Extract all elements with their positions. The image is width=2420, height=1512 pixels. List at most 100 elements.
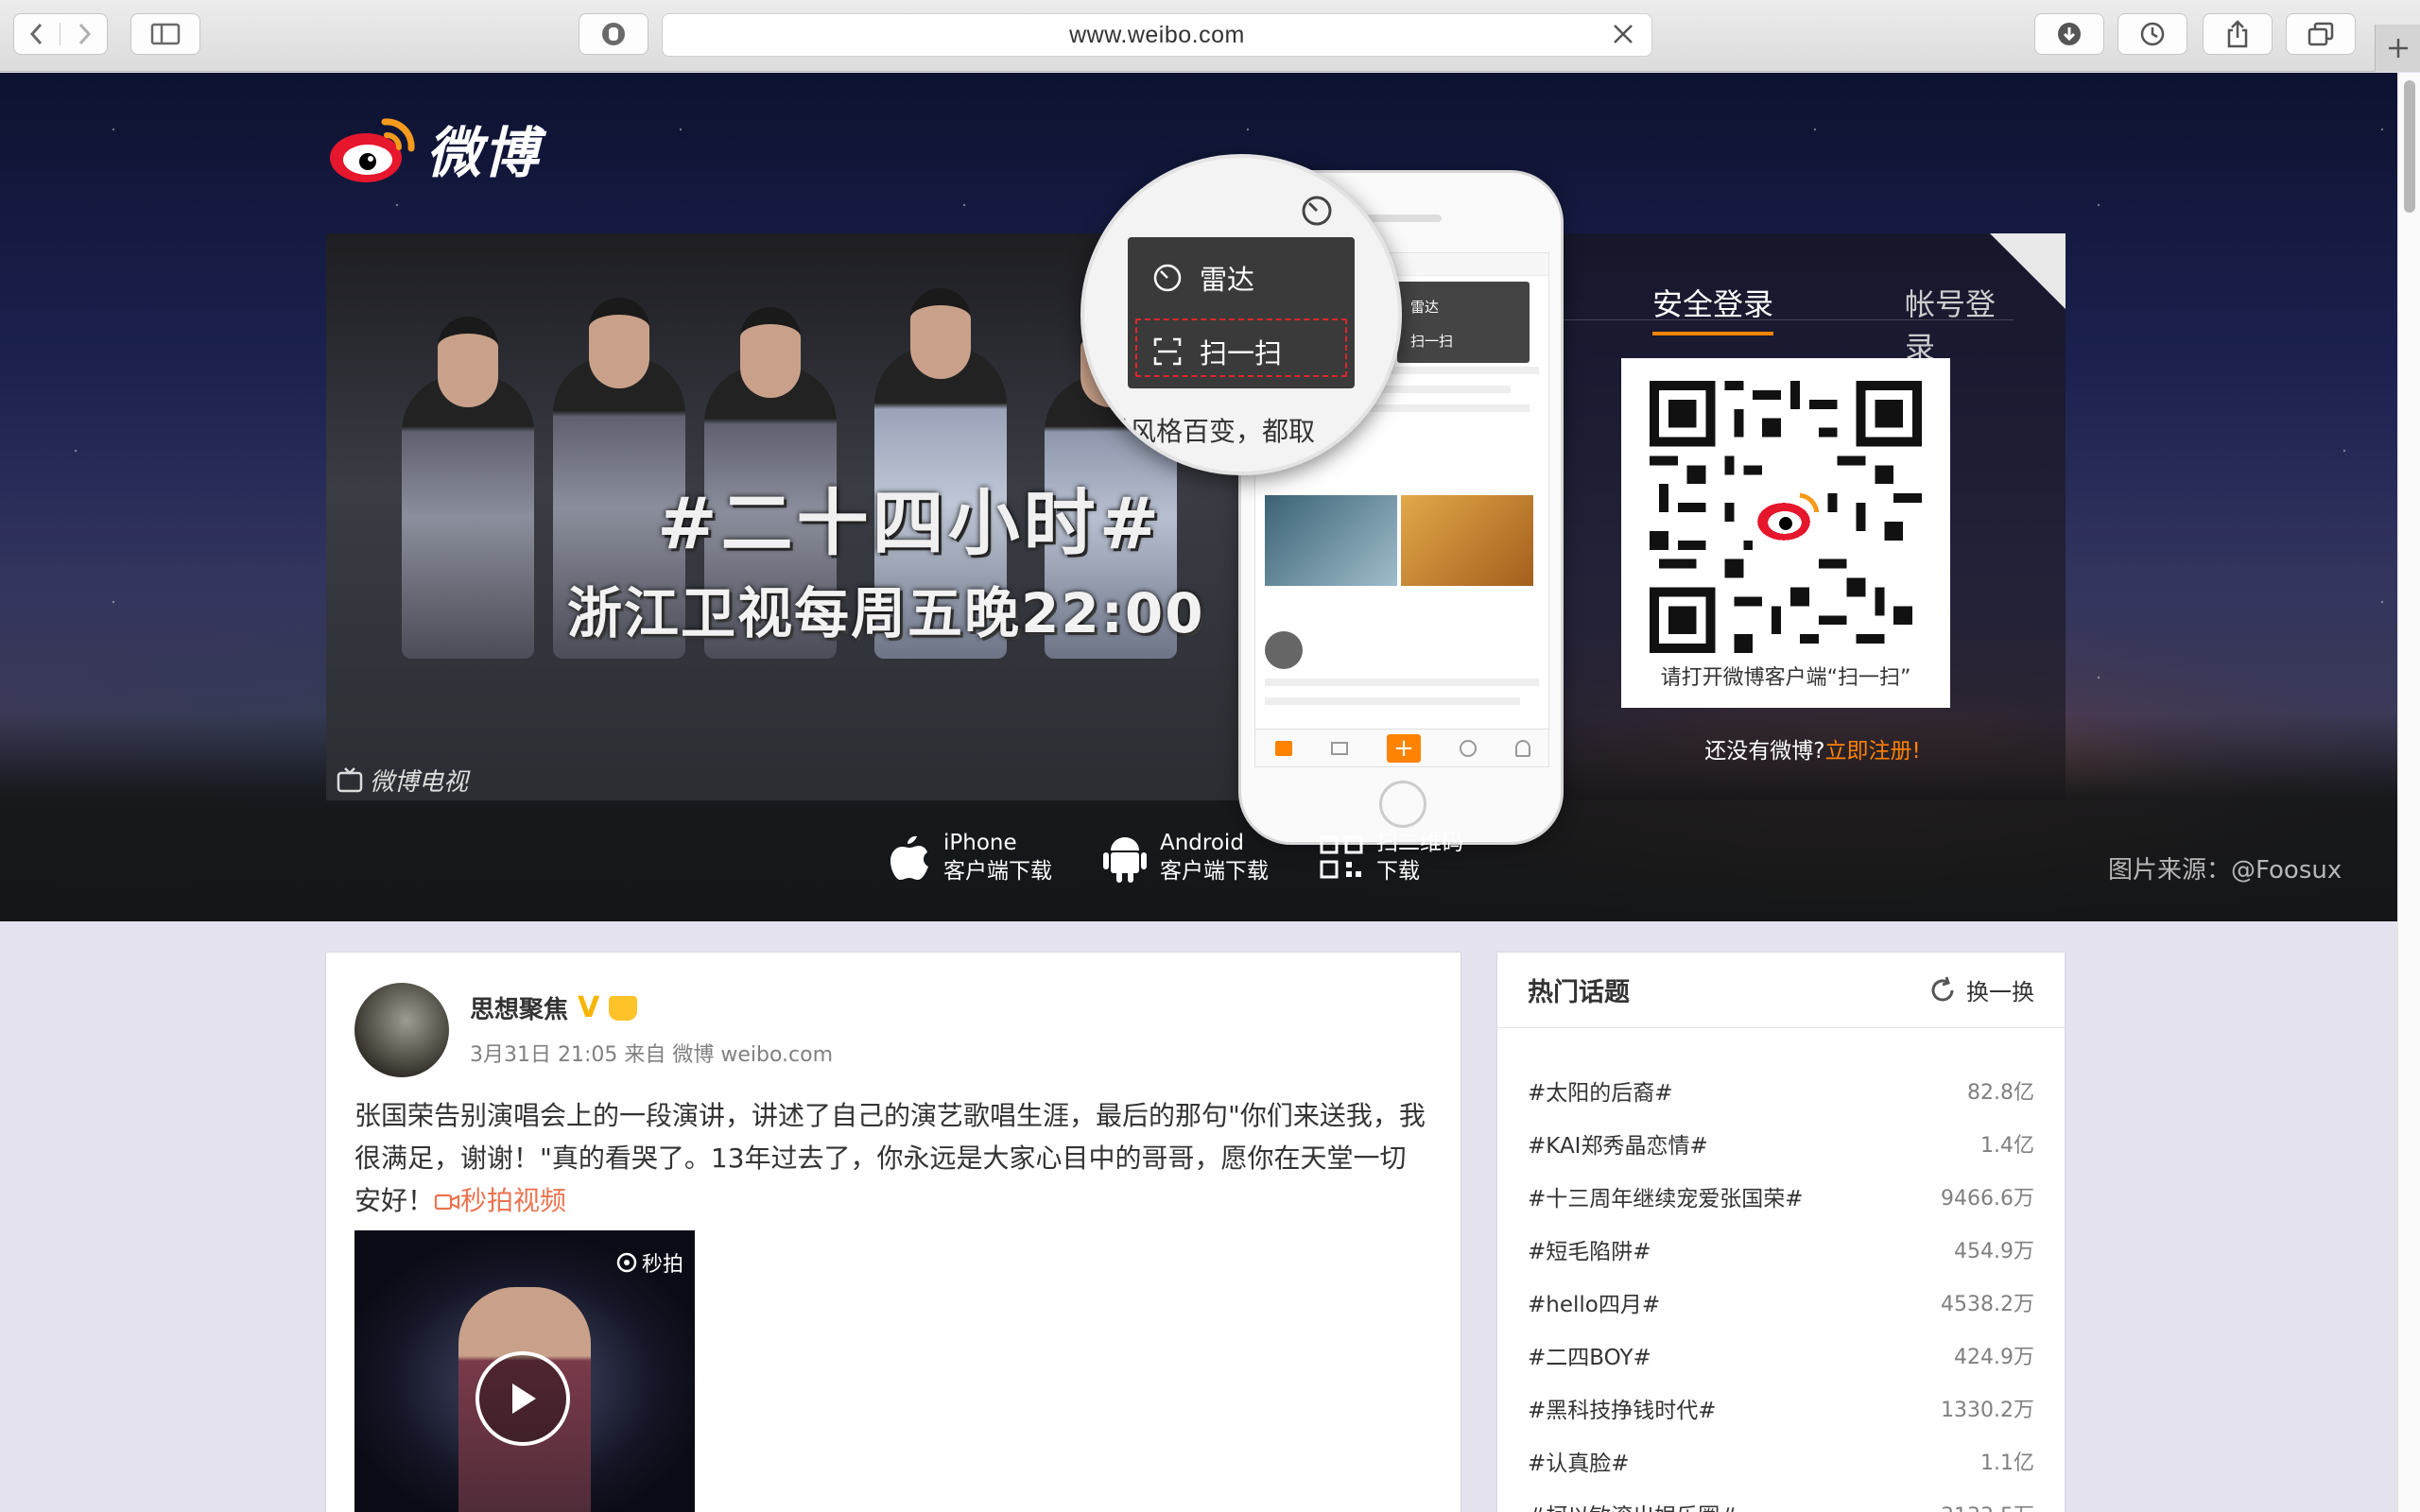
- play-icon: [512, 1383, 536, 1414]
- tab-secure-login[interactable]: 安全登录: [1652, 281, 1774, 335]
- topic-row[interactable]: #十三周年继续宠爱张国荣# 9466.6万: [1497, 1170, 2065, 1223]
- image-credit: 图片来源：@Foosux: [2108, 856, 2342, 885]
- banner-subtitle: 浙江卫视每周五晚22:00: [567, 581, 1205, 645]
- miaopai-icon: [616, 1252, 637, 1273]
- miaopai-label: 秒拍: [641, 1253, 683, 1277]
- clock-icon: [2140, 22, 2165, 46]
- topic-row[interactable]: #hello四月# 4538.2万: [1497, 1276, 2065, 1329]
- topic-count: 4538.2万: [1941, 1293, 2034, 1316]
- topic-count: 424.9万: [1954, 1346, 2034, 1369]
- topic-row[interactable]: #认真脸# 1.1亿: [1497, 1435, 2065, 1487]
- topic-row[interactable]: #KAI郑秀晶恋情# 1.4亿: [1497, 1117, 2065, 1170]
- tabs-icon: [2308, 22, 2334, 46]
- topic-name[interactable]: #hello四月#: [1528, 1286, 1660, 1318]
- topic-name[interactable]: #KAI郑秀晶恋情#: [1528, 1127, 1708, 1160]
- qr-line2: 下载: [1376, 859, 1420, 884]
- login-panel: 安全登录 帐号登录 请打开微博客户端“扫一扫” 还没有微博?立即注册!: [1503, 233, 2066, 800]
- mini-text-line: [1265, 697, 1520, 705]
- mini-text-line: [1265, 679, 1539, 686]
- qr-line1: 扫二维码: [1376, 831, 1463, 855]
- weibo-tv-brand: 微博电视: [336, 763, 468, 798]
- plus-icon: [2388, 39, 2408, 58]
- qr-caption: 请打开微博客户端“扫一扫”: [1660, 666, 1911, 690]
- address-bar[interactable]: www.weibo.com: [662, 13, 1652, 57]
- stop-loading-icon[interactable]: [1612, 23, 1634, 52]
- no-account-text: 还没有微博?: [1704, 739, 1825, 764]
- refresh-topics-button[interactable]: 换一换: [1928, 973, 2034, 1006]
- topic-count: 1.4亿: [1980, 1134, 2034, 1158]
- radar-icon: [1302, 196, 1332, 226]
- back-forward-group: [13, 13, 108, 55]
- topic-name[interactable]: #柯以敏滚出娱乐圈#: [1528, 1498, 1738, 1512]
- android-download[interactable]: Android 客户端下载: [1103, 829, 1269, 885]
- topic-name[interactable]: #十三周年继续宠爱张国荣#: [1528, 1180, 1804, 1212]
- back-icon[interactable]: [14, 23, 61, 45]
- mini-message-icon: [1330, 741, 1348, 755]
- qr-code-icon: [1320, 835, 1363, 879]
- share-icon: [2227, 20, 2248, 48]
- topic-row[interactable]: #黑科技挣钱时代# 1330.2万: [1497, 1382, 2065, 1435]
- forward-icon[interactable]: [60, 23, 107, 45]
- post-meta: 3月31日 21:05 来自 微博 weibo.com: [470, 1043, 834, 1067]
- login-tabs: 安全登录 帐号登录: [1560, 281, 2014, 366]
- hot-topics-title: 热门话题: [1528, 978, 1630, 1007]
- qr-code-card: 请打开微博客户端“扫一扫”: [1621, 358, 1950, 708]
- shield-hand-icon: [602, 23, 625, 45]
- iphone-line1: iPhone: [943, 831, 1017, 855]
- mini-radar-label: 雷达: [1410, 299, 1440, 316]
- sidebar-toggle-button[interactable]: [130, 13, 200, 55]
- post-author: 思想聚焦 V: [470, 990, 638, 1025]
- play-button[interactable]: [475, 1351, 570, 1446]
- video-thumbnail[interactable]: 秒拍: [354, 1230, 695, 1512]
- topic-name[interactable]: #二四BOY#: [1528, 1339, 1651, 1371]
- topic-row[interactable]: #短毛陷阱# 454.9万: [1497, 1223, 2065, 1276]
- weibo-logo[interactable]: 微博: [326, 109, 540, 188]
- app-downloads: iPhone 客户端下载 Android 客户端下载 扫二维码下载: [889, 829, 1463, 885]
- share-button[interactable]: [2203, 13, 2273, 55]
- history-button[interactable]: [2118, 13, 2187, 55]
- android-icon: [1103, 837, 1147, 883]
- scan-label: 扫一扫: [1200, 337, 1283, 369]
- tv-icon: [337, 766, 363, 792]
- topic-row[interactable]: #二四BOY# 424.9万: [1497, 1329, 2065, 1382]
- feed-card: 思想聚焦 V 3月31日 21:05 来自 微博 weibo.com 张国荣告别…: [326, 953, 1461, 1512]
- hot-topics-header: 热门话题 换一换: [1497, 953, 2065, 1028]
- topic-count: 1330.2万: [1941, 1399, 2034, 1422]
- topic-count: 1.1亿: [1980, 1452, 2034, 1475]
- video-camera-icon: [434, 1194, 460, 1211]
- topic-row[interactable]: #柯以敏滚出娱乐圈# 3133.5万: [1497, 1487, 2065, 1512]
- topic-name[interactable]: #太阳的后裔#: [1528, 1074, 1673, 1107]
- video-link[interactable]: 秒拍视频: [434, 1185, 566, 1216]
- username-link[interactable]: 思想聚焦: [470, 990, 568, 1025]
- weibo-eye-icon: [330, 118, 415, 182]
- mini-scan-label: 扫一扫: [1410, 333, 1454, 350]
- qr-download[interactable]: 扫二维码 下载: [1320, 829, 1463, 885]
- privacy-report-button[interactable]: [579, 13, 648, 55]
- topic-count: 82.8亿: [1967, 1081, 2034, 1105]
- banner-title: #二十四小时#: [657, 481, 1164, 565]
- scrollbar-thumb[interactable]: [2404, 80, 2415, 213]
- sidebar-icon: [150, 23, 181, 45]
- avatar[interactable]: [354, 983, 449, 1077]
- topic-name[interactable]: #认真脸#: [1528, 1445, 1630, 1477]
- topic-name[interactable]: #黑科技挣钱时代#: [1528, 1392, 1717, 1424]
- topic-row[interactable]: #太阳的后裔# 82.8亿: [1497, 1064, 2065, 1117]
- downloads-button[interactable]: [2034, 13, 2104, 55]
- hot-topics-list: #太阳的后裔# 82.8亿 #KAI郑秀晶恋情# 1.4亿 #十三周年继续宠爱张国荣…: [1497, 1064, 2065, 1512]
- tabs-overview-button[interactable]: [2286, 13, 2356, 55]
- logo-text: 微博: [426, 121, 541, 185]
- refresh-icon: [1931, 976, 1954, 1001]
- tab-account-login[interactable]: 帐号登录: [1905, 281, 2014, 368]
- register-link[interactable]: 立即注册!: [1824, 739, 1920, 764]
- phone-speaker: [1366, 215, 1442, 222]
- topic-count: 9466.6万: [1941, 1187, 2034, 1211]
- refresh-label: 换一换: [1966, 979, 2034, 1005]
- page-scrollbar[interactable]: [2397, 73, 2420, 1512]
- topic-name[interactable]: #短毛陷阱#: [1528, 1233, 1651, 1265]
- new-tab-button[interactable]: [2375, 25, 2420, 72]
- vip-crown-icon[interactable]: [609, 995, 638, 1021]
- iphone-download[interactable]: iPhone 客户端下载: [889, 829, 1052, 885]
- hero-section: 微博 #二十四小时# 浙江卫视每周五晚22:00 微博电视 安全登录 帐号登录: [0, 73, 2397, 921]
- post-body: 张国荣告别演唱会上的一段演讲，讲述了自己的演艺歌唱生涯，最后的那句"你们来送我，…: [354, 1094, 1432, 1222]
- mini-compose-icon: +: [1386, 733, 1421, 763]
